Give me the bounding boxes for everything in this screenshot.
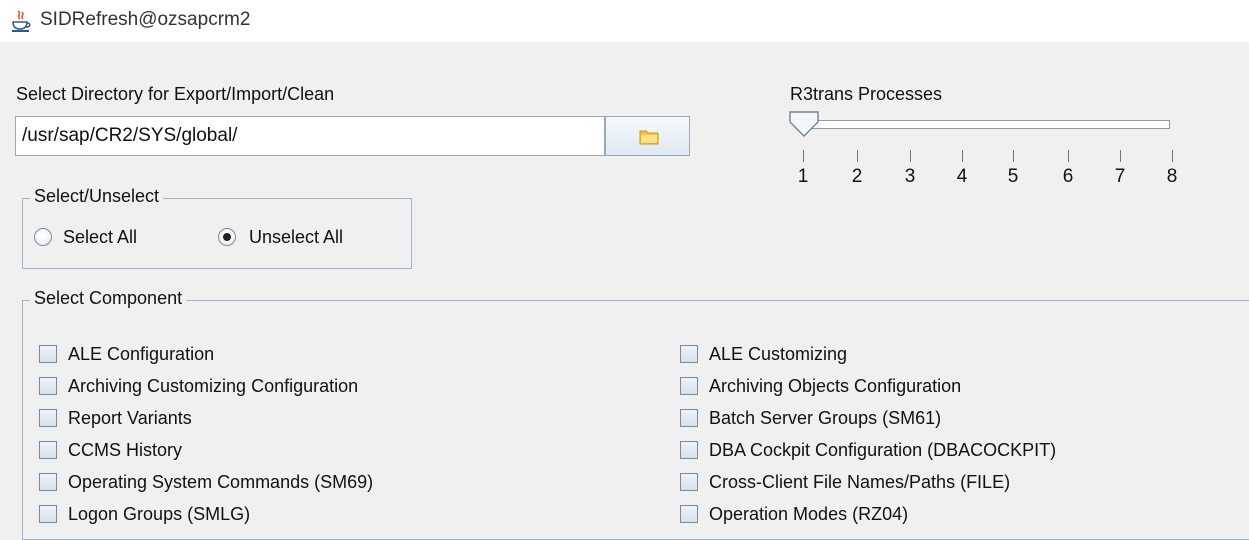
component-row[interactable]: Operation Modes (RZ04) — [680, 502, 908, 526]
component-checkbox[interactable] — [680, 505, 698, 523]
component-label[interactable]: Batch Server Groups (SM61) — [709, 408, 941, 429]
directory-label: Select Directory for Export/Import/Clean — [16, 84, 335, 104]
component-checkbox[interactable] — [39, 409, 57, 427]
component-checkbox[interactable] — [680, 345, 698, 363]
component-checkbox[interactable] — [39, 441, 57, 459]
title-bar: SIDRefresh@ozsapcrm2 — [0, 0, 1249, 42]
r3trans-slider-thumb[interactable] — [788, 110, 820, 138]
select-all-label[interactable]: Select All — [63, 227, 137, 248]
component-checkbox[interactable] — [39, 505, 57, 523]
slider-tick — [803, 150, 804, 162]
component-row[interactable]: Archiving Customizing Configuration — [39, 374, 358, 398]
r3trans-label: R3trans Processes — [790, 84, 943, 104]
r3trans-slider-track[interactable] — [798, 120, 1170, 129]
java-cup-icon — [12, 10, 31, 32]
component-label[interactable]: Archiving Customizing Configuration — [68, 376, 358, 397]
component-row[interactable]: ALE Configuration — [39, 342, 214, 366]
component-label[interactable]: Operation Modes (RZ04) — [709, 504, 908, 525]
component-row[interactable]: DBA Cockpit Configuration (DBACOCKPIT) — [680, 438, 1056, 462]
component-row[interactable]: ALE Customizing — [680, 342, 847, 366]
component-checkbox[interactable] — [680, 441, 698, 459]
slider-tick — [1068, 150, 1069, 162]
component-row[interactable]: Logon Groups (SMLG) — [39, 502, 250, 526]
folder-icon — [639, 130, 659, 145]
component-label[interactable]: ALE Customizing — [709, 344, 847, 365]
slider-tick-label: 3 — [904, 166, 916, 187]
component-label[interactable]: Logon Groups (SMLG) — [68, 504, 250, 525]
component-row[interactable]: CCMS History — [39, 438, 182, 462]
component-row[interactable]: Archiving Objects Configuration — [680, 374, 961, 398]
radio-selected-dot — [223, 233, 231, 241]
unselect-all-label[interactable]: Unselect All — [249, 227, 343, 248]
component-checkbox[interactable] — [39, 377, 57, 395]
component-label[interactable]: DBA Cockpit Configuration (DBACOCKPIT) — [709, 440, 1056, 461]
component-checkbox[interactable] — [680, 473, 698, 491]
component-label[interactable]: Cross-Client File Names/Paths (FILE) — [709, 472, 1010, 493]
directory-path-field[interactable]: /usr/sap/CR2/SYS/global/ — [15, 116, 605, 156]
slider-tick-label: 7 — [1114, 166, 1126, 187]
slider-tick-label: 5 — [1007, 166, 1019, 187]
slider-tick — [857, 150, 858, 162]
component-checkbox[interactable] — [39, 345, 57, 363]
slider-tick-label: 6 — [1062, 166, 1074, 187]
component-checkbox[interactable] — [680, 377, 698, 395]
component-checkbox[interactable] — [39, 473, 57, 491]
component-label[interactable]: Report Variants — [68, 408, 192, 429]
slider-tick — [1172, 150, 1173, 162]
select-unselect-title: Select/Unselect — [30, 186, 164, 207]
select-all-radio[interactable] — [34, 228, 52, 246]
slider-tick-label: 2 — [851, 166, 863, 187]
slider-tick — [1013, 150, 1014, 162]
browse-directory-button[interactable] — [605, 116, 690, 156]
slider-tick-label: 4 — [956, 166, 968, 187]
slider-tick-label: 1 — [797, 166, 809, 187]
slider-tick — [962, 150, 963, 162]
component-label[interactable]: Archiving Objects Configuration — [709, 376, 961, 397]
component-row[interactable]: Operating System Commands (SM69) — [39, 470, 373, 494]
window-title: SIDRefresh@ozsapcrm2 — [40, 9, 251, 30]
component-row[interactable]: Batch Server Groups (SM61) — [680, 406, 941, 430]
slider-tick — [910, 150, 911, 162]
component-label[interactable]: Operating System Commands (SM69) — [68, 472, 373, 493]
component-label[interactable]: ALE Configuration — [68, 344, 214, 365]
component-checkbox[interactable] — [680, 409, 698, 427]
slider-tick-label: 8 — [1166, 166, 1178, 187]
unselect-all-radio[interactable] — [218, 228, 236, 246]
select-component-title: Select Component — [30, 288, 187, 309]
component-label[interactable]: CCMS History — [68, 440, 182, 461]
slider-tick — [1120, 150, 1121, 162]
component-row[interactable]: Report Variants — [39, 406, 192, 430]
component-row[interactable]: Cross-Client File Names/Paths (FILE) — [680, 470, 1010, 494]
